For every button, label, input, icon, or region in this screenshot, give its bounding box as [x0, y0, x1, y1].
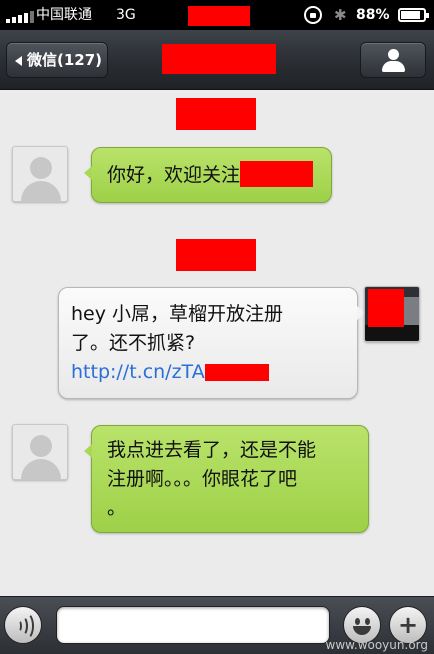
chat-area[interactable]: 你好，欢迎关注 hey 小屌，草榴开放注册 了。还不抓紧? http://t.c…: [0, 91, 434, 596]
message-input[interactable]: [56, 606, 330, 644]
rotation-lock-icon: [304, 6, 322, 24]
battery-fill: [401, 11, 420, 19]
back-button-label: 微信(127): [27, 51, 103, 69]
input-bar: + www.wooyun.org: [0, 596, 434, 654]
battery-percentage: 88%: [356, 7, 390, 23]
message-text-line: 注册啊。。。你眼花了吧: [107, 468, 298, 490]
contact-avatar[interactable]: [12, 146, 68, 202]
redacted-timestamp: [176, 239, 256, 271]
redacted-avatar-photo: [368, 289, 404, 327]
redacted-contact-name: [162, 44, 276, 74]
status-bar: 中国联通 3G ✱ 88%: [0, 0, 434, 30]
navigation-bar: 微信(127): [0, 30, 434, 90]
redacted-account-name: [240, 160, 314, 187]
signal-strength-icon: [6, 11, 34, 23]
message-text-line: 了。还不抓紧?: [71, 332, 196, 354]
shortened-link[interactable]: http://t.cn/zTA: [71, 361, 205, 383]
contact-profile-button[interactable]: [360, 42, 426, 78]
bluetooth-icon: ✱: [334, 6, 347, 24]
message-text: 你好，欢迎关注: [107, 164, 241, 186]
redacted-clock: [188, 6, 250, 26]
my-avatar[interactable]: [364, 286, 420, 342]
message-bubble-received[interactable]: 你好，欢迎关注: [84, 147, 332, 203]
message-text-line: 。: [107, 497, 127, 519]
message-text-line: 我点进去看了，还是不能: [107, 439, 317, 461]
message-bubble-received[interactable]: 我点进去看了，还是不能 注册啊。。。你眼花了吧 。: [84, 425, 369, 533]
redacted-link-suffix: [204, 364, 269, 381]
message-bubble-sent[interactable]: hey 小屌，草榴开放注册 了。还不抓紧? http://t.cn/zTA: [58, 287, 365, 399]
message-text-line: hey 小屌，草榴开放注册: [71, 303, 284, 325]
plus-icon: +: [397, 611, 419, 639]
redacted-timestamp: [176, 98, 256, 130]
back-arrow-icon: [15, 56, 22, 66]
watermark: www.wooyun.org: [325, 638, 428, 652]
network-type: 3G: [116, 7, 136, 23]
contact-avatar[interactable]: [12, 424, 68, 480]
carrier-name: 中国联通: [36, 7, 92, 23]
voice-input-button[interactable]: [4, 606, 42, 644]
battery-icon: [398, 8, 429, 22]
back-button[interactable]: 微信(127): [6, 42, 108, 78]
